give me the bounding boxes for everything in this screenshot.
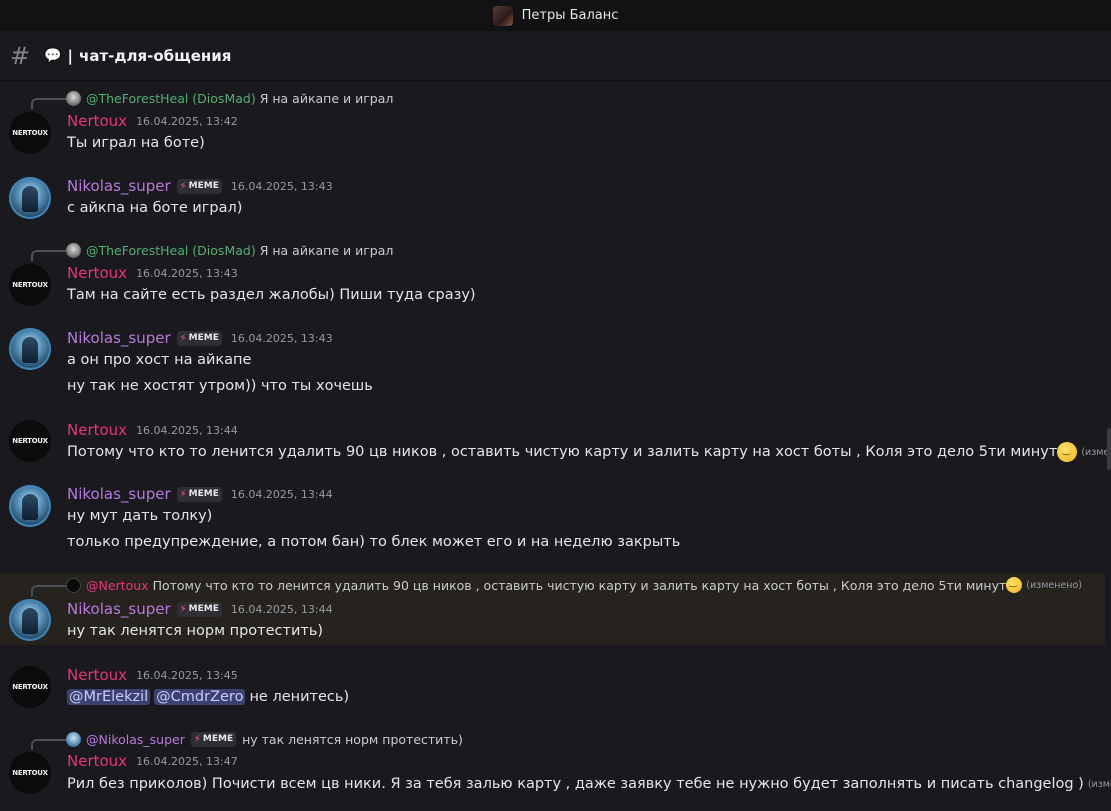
reply-author[interactable]: @TheForestHeal (DiosMad) (86, 243, 256, 258)
hash-icon: # (10, 41, 31, 70)
slight-smile-emoji (1006, 577, 1023, 593)
reply-author[interactable]: @TheForestHeal (DiosMad) (86, 91, 256, 106)
timestamp: 16.04.2025, 13:45 (136, 668, 238, 682)
username[interactable]: Nertoux (67, 421, 127, 439)
timestamp: 16.04.2025, 13:44 (136, 423, 238, 437)
reply-spine (31, 250, 66, 261)
window-titlebar: Петры Баланс (0, 0, 1111, 31)
message-text: ну так ленятся норм протестить) (67, 623, 324, 639)
message-text: с айкпа на боте играл) (67, 200, 243, 216)
timestamp: 16.04.2025, 13:44 (230, 602, 333, 616)
username[interactable]: Nikolas_super (67, 600, 171, 618)
user-tag-badge[interactable]: ⚡ MEME (190, 731, 237, 747)
avatar[interactable]: NERTOUX (9, 112, 51, 154)
username[interactable]: Nertoux (67, 666, 127, 684)
edited-label: (изменено) (1087, 778, 1111, 790)
reply-avatar (66, 242, 81, 258)
reply-author[interactable]: @Nertoux (86, 578, 149, 593)
username[interactable]: Nertoux (67, 264, 127, 282)
avatar[interactable]: NERTOUX (9, 264, 51, 306)
reply-spine (31, 585, 66, 596)
scrollbar-thumb[interactable] (1107, 428, 1111, 470)
message[interactable]: @TheForestHeal (DiosMad) Я на айкапе и и… (0, 240, 1105, 310)
message[interactable]: Nikolas_super ⚡ MEME 16.04.2025, 13:44 ну… (0, 484, 1105, 564)
message[interactable]: Nikolas_super ⚡ MEME 16.04.2025, 13:43 с … (0, 172, 1105, 228)
username[interactable]: Nertoux (67, 112, 127, 130)
message-list: @TheForestHeal (DiosMad) Я на айкапе и и… (0, 80, 1111, 811)
username[interactable]: Nikolas_super (67, 485, 171, 503)
reply-text: Потому что кто то ленится удалить 90 цв … (152, 577, 1007, 593)
timestamp: 16.04.2025, 13:42 (136, 114, 238, 128)
user-tag-badge[interactable]: ⚡ MEME (176, 178, 222, 194)
message[interactable]: NERTOUX Nertoux 16.04.2025, 13:44 Потому… (0, 420, 1111, 476)
message-text: @MrElekzil @CmdrZero не ленитесь) (67, 689, 350, 705)
reply-author[interactable]: @Nikolas_super (86, 732, 185, 747)
channel-header: # 💬 | чат-для-общения (0, 31, 1111, 81)
slight-smile-emoji (1057, 442, 1078, 462)
timestamp: 16.04.2025, 13:47 (136, 754, 238, 768)
user-tag-badge[interactable]: ⚡ MEME (176, 601, 222, 617)
message[interactable]: @Nikolas_super ⚡ MEME ну так ленятся норм… (0, 729, 1111, 805)
message[interactable]: @TheForestHeal (DiosMad) Я на айкапе и и… (0, 88, 1105, 158)
reply-preview[interactable]: @TheForestHeal (DiosMad) Я на айкапе и и… (66, 241, 393, 259)
channel-separator: | (67, 46, 74, 65)
avatar[interactable]: NERTOUX (9, 666, 51, 708)
reply-preview[interactable]: @TheForestHeal (DiosMad) Я на айкапе и и… (66, 89, 393, 107)
timestamp: 16.04.2025, 13:44 (230, 487, 333, 501)
timestamp: 16.04.2025, 13:43 (230, 179, 333, 193)
message-text: а он про хост на айкапе (67, 352, 252, 368)
edited-label: (изменено) (1026, 579, 1083, 591)
avatar[interactable]: NERTOUX (9, 420, 51, 462)
reply-avatar (66, 90, 81, 106)
message-text: Рил без приколов) Почисти всем цв ники. … (67, 773, 1111, 795)
lightning-icon: ⚡ (179, 488, 187, 500)
avatar[interactable] (9, 599, 51, 641)
message-text: Потому что кто то ленится удалить 90 цв … (67, 441, 1111, 463)
reply-spine (31, 739, 66, 750)
reply-avatar (66, 577, 81, 593)
username[interactable]: Nikolas_super (67, 177, 171, 195)
window-title: Петры Баланс (521, 8, 619, 23)
message-text: только предупреждение, а потом бан) то б… (67, 534, 681, 550)
user-tag-badge[interactable]: ⚡ MEME (176, 330, 222, 346)
lightning-icon: ⚡ (179, 180, 187, 192)
username[interactable]: Nertoux (67, 752, 127, 770)
reply-text: Я на айкапе и играл (259, 242, 394, 258)
lightning-icon: ⚡ (193, 733, 201, 745)
message-text: Там на сайте есть раздел жалобы) Пиши ту… (67, 287, 476, 303)
reply-preview[interactable]: @Nikolas_super ⚡ MEME ну так ленятся норм… (66, 730, 463, 748)
avatar[interactable] (9, 177, 51, 219)
speech-bubble-icon: 💬 (44, 47, 62, 64)
lightning-icon: ⚡ (179, 603, 187, 615)
avatar[interactable] (9, 328, 51, 370)
message[interactable]: Nikolas_super ⚡ MEME 16.04.2025, 13:43 а … (0, 324, 1105, 404)
timestamp: 16.04.2025, 13:43 (136, 266, 238, 280)
lightning-icon: ⚡ (179, 332, 187, 344)
username[interactable]: Nikolas_super (67, 329, 171, 347)
message-text: ну так не хостят утром)) что ты хочешь (67, 378, 373, 394)
message-text: ну мут дать толку) (67, 508, 213, 524)
reply-text: ну так ленятся норм протестить) (242, 731, 463, 747)
user-mention[interactable]: @MrElekzil (67, 689, 151, 705)
message[interactable]: NERTOUX Nertoux 16.04.2025, 13:45 @MrEle… (0, 665, 1105, 721)
timestamp: 16.04.2025, 13:43 (230, 331, 333, 345)
message-highlighted[interactable]: @Nertoux Потому что кто то ленится удали… (0, 573, 1105, 645)
reply-preview[interactable]: @Nertoux Потому что кто то ленится удали… (66, 576, 1082, 594)
user-tag-badge[interactable]: ⚡ MEME (176, 486, 222, 502)
reply-avatar (66, 731, 81, 747)
avatar[interactable]: NERTOUX (9, 752, 51, 794)
channel-name[interactable]: чат-для-общения (79, 47, 231, 65)
user-mention[interactable]: @CmdrZero (154, 689, 246, 705)
avatar[interactable] (9, 485, 51, 527)
message-text: Ты играл на боте) (67, 135, 205, 151)
server-icon (492, 5, 513, 26)
reply-spine (31, 98, 66, 109)
reply-text: Я на айкапе и играл (259, 90, 394, 106)
